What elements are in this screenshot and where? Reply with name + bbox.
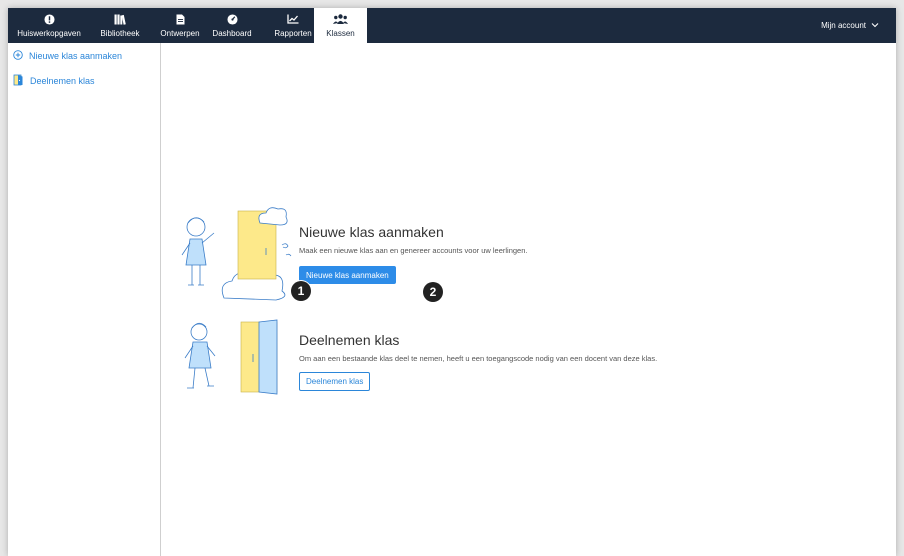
document-icon (176, 12, 185, 26)
sidebar-item-label: Nieuwe klas aanmaken (29, 51, 123, 61)
join-class-illustration (184, 319, 278, 395)
library-icon (114, 12, 126, 26)
gauge-icon (226, 12, 238, 26)
line-chart-icon (287, 12, 299, 26)
users-icon (333, 12, 348, 26)
join-section-title: Deelnemen klas (299, 332, 400, 348)
nav-item-klassen[interactable]: Klassen (314, 8, 367, 43)
sidebar: Nieuwe klas aanmaken Deelnemen klas (8, 43, 161, 556)
chevron-down-icon (871, 21, 879, 30)
door-icon (13, 74, 24, 88)
nav-label: Rapporten (274, 29, 312, 38)
create-class-button[interactable]: Nieuwe klas aanmaken (299, 266, 396, 284)
alert-circle-icon (43, 12, 55, 26)
nav-label: Bibliotheek (100, 29, 140, 38)
annotation-marker-2: 2 (423, 282, 443, 302)
nav-item-dashboard[interactable]: Dashboard (202, 8, 262, 43)
sidebar-item-deelnemen-klas[interactable]: Deelnemen klas (13, 73, 95, 89)
nav-item-huiswerkopgaven[interactable]: Huiswerkopgaven (8, 8, 90, 43)
plus-circle-icon (13, 50, 23, 62)
create-class-illustration (181, 207, 292, 301)
sidebar-item-nieuwe-klas[interactable]: Nieuwe klas aanmaken (13, 48, 122, 64)
annotation-marker-1: 1 (291, 281, 311, 301)
top-navigation: Huiswerkopgaven Bibliotheek Ontwerpen Da… (8, 8, 896, 43)
nav-label: Ontwerpen (160, 29, 200, 38)
nav-label: Klassen (326, 29, 355, 38)
account-label: Mijn account (821, 21, 866, 30)
nav-label: Dashboard (212, 29, 252, 38)
join-section-description: Om aan een bestaande klas deel te nemen,… (299, 354, 658, 363)
create-section-description: Maak een nieuwe klas aan en genereer acc… (299, 246, 528, 255)
nav-label: Huiswerkopgaven (17, 29, 81, 38)
app-window: Huiswerkopgaven Bibliotheek Ontwerpen Da… (8, 8, 896, 556)
account-menu[interactable]: Mijn account (821, 8, 879, 43)
nav-item-bibliotheek[interactable]: Bibliotheek (90, 8, 150, 43)
create-section-title: Nieuwe klas aanmaken (299, 224, 444, 240)
nav-item-ontwerpen[interactable]: Ontwerpen (150, 8, 210, 43)
main-content: Nieuwe klas aanmaken Maak een nieuwe kla… (161, 43, 896, 556)
join-class-button[interactable]: Deelnemen klas (299, 372, 371, 391)
sidebar-item-label: Deelnemen klas (30, 76, 95, 86)
